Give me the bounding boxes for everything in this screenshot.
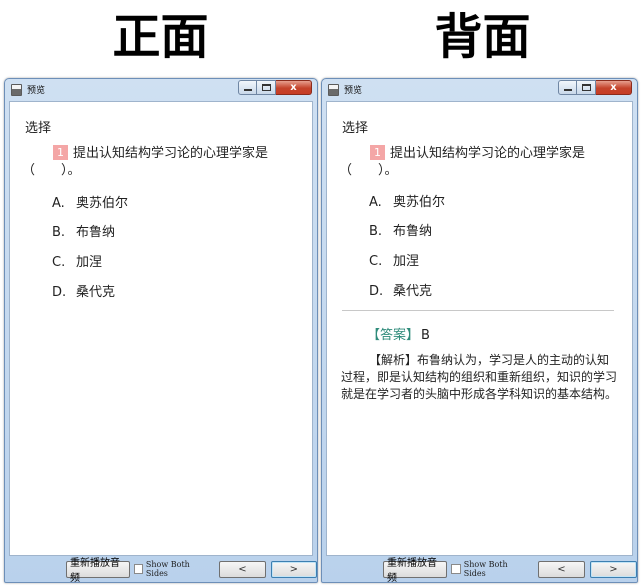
question-type: 选择 xyxy=(342,121,369,136)
option-letter: A. xyxy=(52,196,65,211)
option-text: 奥苏伯尔 xyxy=(393,195,446,210)
option-letter: C. xyxy=(369,254,383,269)
answer-explanation: 【解析】布鲁纳认为，学习是人的主动的认知过程，即是认知结构的组织和重新组织，知识… xyxy=(341,353,618,401)
next-button[interactable]: > xyxy=(270,560,317,578)
question-text: 提出认知结构学习论的心理学家是 xyxy=(390,146,586,161)
option-a: A. 奥苏伯尔 xyxy=(369,191,445,210)
answer-line: 【答案】 B xyxy=(367,324,430,343)
option-text: 桑代克 xyxy=(76,285,116,300)
option-text: 桑代克 xyxy=(393,284,433,299)
question-type: 选择 xyxy=(25,121,52,136)
previous-button[interactable]: < xyxy=(537,560,585,578)
replay-audio-button[interactable]: 重新播放音频 xyxy=(383,558,448,584)
maximize-button[interactable] xyxy=(577,80,596,95)
option-letter: A. xyxy=(369,195,382,210)
option-text: 加涅 xyxy=(393,254,420,269)
replay-audio-button[interactable]: 重新播放音频 xyxy=(66,558,130,584)
card-content: 选择 1 提出认知结构学习论的心理学家是 （ ）。 A. 奥苏伯尔 B. 布鲁纳 C.… xyxy=(9,101,313,556)
caption-buttons: x xyxy=(238,80,312,95)
option-c: C. 加涅 xyxy=(369,250,419,269)
minimize-button[interactable] xyxy=(558,80,577,95)
option-b: B. 布鲁纳 xyxy=(52,221,115,240)
show-both-sides-checkbox[interactable] xyxy=(133,564,143,574)
next-button[interactable]: > xyxy=(589,560,637,578)
maximize-icon xyxy=(261,84,271,91)
question-stem: 1 提出认知结构学习论的心理学家是 （ ）。 xyxy=(22,145,292,179)
option-d: D. 桑代克 xyxy=(369,280,432,299)
preview-window-back: 预览 x 选择 1 提出认知结构学习论的心理学家是 （ ）。 A. 奥苏伯尔 B. 布… xyxy=(321,78,638,584)
answer-divider xyxy=(342,310,614,311)
option-a: A. 奥苏伯尔 xyxy=(52,192,128,211)
option-letter: D. xyxy=(369,284,384,299)
option-letter: D. xyxy=(52,285,67,300)
bottom-bar: 重新播放音频 Show Both Sides < > xyxy=(5,556,317,584)
maximize-icon xyxy=(581,84,591,91)
option-letter: C. xyxy=(52,255,66,270)
maximize-button[interactable] xyxy=(257,80,276,95)
caption-buttons: x xyxy=(558,80,632,95)
minimize-button[interactable] xyxy=(238,80,257,95)
option-text: 布鲁纳 xyxy=(393,224,433,239)
question-stem: 1 提出认知结构学习论的心理学家是 （ ）。 xyxy=(339,145,609,179)
preview-window-front: 预览 x 选择 1 提出认知结构学习论的心理学家是 （ ）。 A. 奥苏伯尔 B. 布… xyxy=(4,78,318,584)
close-button[interactable]: x xyxy=(276,80,312,95)
answer-value: B xyxy=(421,328,430,343)
option-d: D. 桑代克 xyxy=(52,281,115,300)
question-text: 提出认知结构学习论的心理学家是 xyxy=(73,146,269,161)
show-both-sides-checkbox[interactable] xyxy=(451,564,461,574)
question-number-badge: 1 xyxy=(370,145,385,160)
option-letter: B. xyxy=(52,225,66,240)
option-text: 奥苏伯尔 xyxy=(76,196,129,211)
show-both-sides-label[interactable]: Show Both Sides xyxy=(146,560,209,578)
minimize-icon xyxy=(563,89,572,91)
question-blank: （ ）。 xyxy=(339,163,398,178)
app-icon xyxy=(11,84,22,96)
option-letter: B. xyxy=(369,224,383,239)
answer-label: 【答案】 xyxy=(367,328,420,343)
question-number-badge: 1 xyxy=(53,145,68,160)
previous-button[interactable]: < xyxy=(219,560,266,578)
option-b: B. 布鲁纳 xyxy=(369,220,432,239)
front-side-title: 正面 xyxy=(112,9,209,65)
title-bar[interactable]: 预览 x xyxy=(5,79,317,101)
close-button[interactable]: x xyxy=(596,80,632,95)
show-both-sides-label[interactable]: Show Both Sides xyxy=(464,560,528,578)
question-blank: （ ）。 xyxy=(22,163,81,178)
title-bar[interactable]: 预览 x xyxy=(322,79,637,101)
back-side-title: 背面 xyxy=(434,9,531,65)
option-c: C. 加涅 xyxy=(52,251,102,270)
app-icon xyxy=(328,84,339,96)
option-text: 布鲁纳 xyxy=(76,225,116,240)
option-text: 加涅 xyxy=(76,255,103,270)
bottom-bar: 重新播放音频 Show Both Sides < > xyxy=(322,556,637,584)
minimize-icon xyxy=(243,89,252,91)
window-title: 预览 xyxy=(344,86,363,96)
card-content: 选择 1 提出认知结构学习论的心理学家是 （ ）。 A. 奥苏伯尔 B. 布鲁纳 C.… xyxy=(326,101,633,556)
window-title: 预览 xyxy=(27,86,46,96)
